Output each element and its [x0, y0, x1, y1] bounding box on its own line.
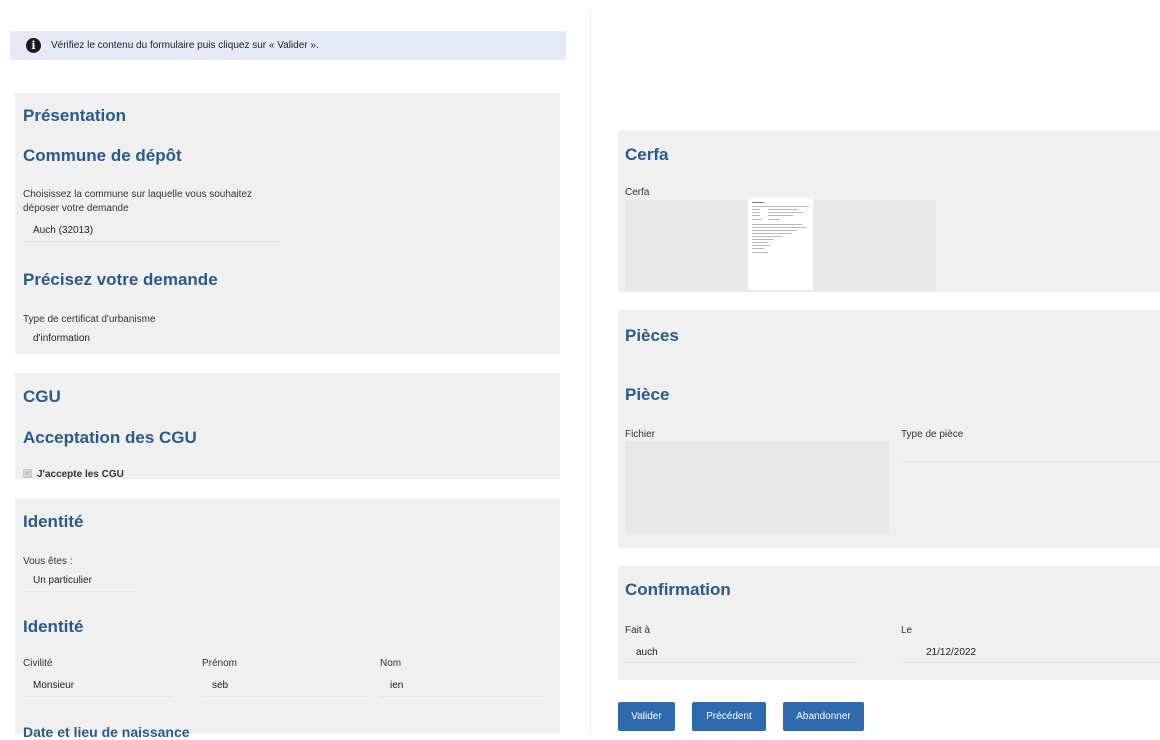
fichier-box[interactable] — [625, 441, 889, 533]
pieces-title: Pièces — [625, 326, 679, 345]
identite-title: Identité — [23, 512, 84, 531]
prenom-label: Prénom — [202, 658, 238, 669]
cerfa-document-thumbnail[interactable] — [748, 198, 813, 290]
type-piece-label: Type de pièce — [901, 429, 964, 440]
presentation-title: Présentation — [23, 106, 126, 125]
fichier-label: Fichier — [625, 429, 656, 440]
nom-label: Nom — [380, 658, 402, 669]
commune-title: Commune de dépôt — [23, 146, 182, 165]
demande-label: Type de certificat d'urbanisme — [23, 314, 156, 325]
cgu-subtitle: Acceptation des CGU — [23, 428, 197, 447]
column-divider — [590, 10, 591, 734]
prenom-value: seb — [212, 680, 229, 691]
type-piece-underline — [901, 461, 1160, 462]
fait-a-label: Fait à — [625, 625, 651, 636]
vous-etes-underline — [23, 591, 135, 592]
vous-etes-value: Un particulier — [33, 575, 92, 586]
commune-label-line1: Choisissez la commune sur laquelle vous … — [23, 189, 253, 200]
nom-underline — [380, 696, 545, 697]
commune-value: Auch (32013) — [33, 225, 94, 236]
demande-value: d'information — [33, 333, 90, 344]
le-label: Le — [901, 625, 913, 636]
cgu-checkbox-label: J'accepte les CGU — [37, 469, 124, 480]
cerfa-title: Cerfa — [625, 145, 669, 164]
demande-title: Précisez votre demande — [23, 270, 218, 289]
valider-button[interactable]: Valider — [618, 702, 675, 731]
identite-panel — [15, 498, 560, 734]
civilite-underline — [23, 696, 173, 697]
civilite-label: Civilité — [23, 658, 53, 669]
le-value: 21/12/2022 — [926, 647, 977, 658]
commune-label-line2: déposer votre demande — [23, 203, 129, 214]
prenom-underline — [202, 696, 367, 697]
cgu-title: CGU — [23, 387, 61, 406]
info-text: Vérifiez le contenu du formulaire puis c… — [51, 40, 319, 51]
naissance-title: Date et lieu de naissance — [23, 724, 190, 740]
vous-etes-label: Vous êtes : — [23, 556, 73, 567]
piece-subtitle: Pièce — [625, 385, 670, 404]
cerfa-label: Cerfa — [625, 187, 650, 198]
info-icon: i — [26, 38, 41, 53]
le-underline — [901, 662, 1160, 663]
cgu-panel — [15, 373, 560, 479]
commune-underline — [23, 241, 281, 242]
confirmation-title: Confirmation — [625, 580, 731, 599]
civilite-value: Monsieur — [33, 680, 75, 691]
precedent-button[interactable]: Précédent — [692, 702, 766, 731]
nom-value: ien — [390, 680, 404, 691]
fait-a-value: auch — [636, 647, 658, 658]
fait-a-underline — [625, 662, 860, 663]
cgu-checkbox[interactable]: ✓ — [23, 469, 32, 478]
info-banner: i Vérifiez le contenu du formulaire puis… — [10, 31, 566, 60]
abandonner-button[interactable]: Abandonner — [783, 702, 864, 731]
identite-subtitle: Identité — [23, 617, 84, 636]
